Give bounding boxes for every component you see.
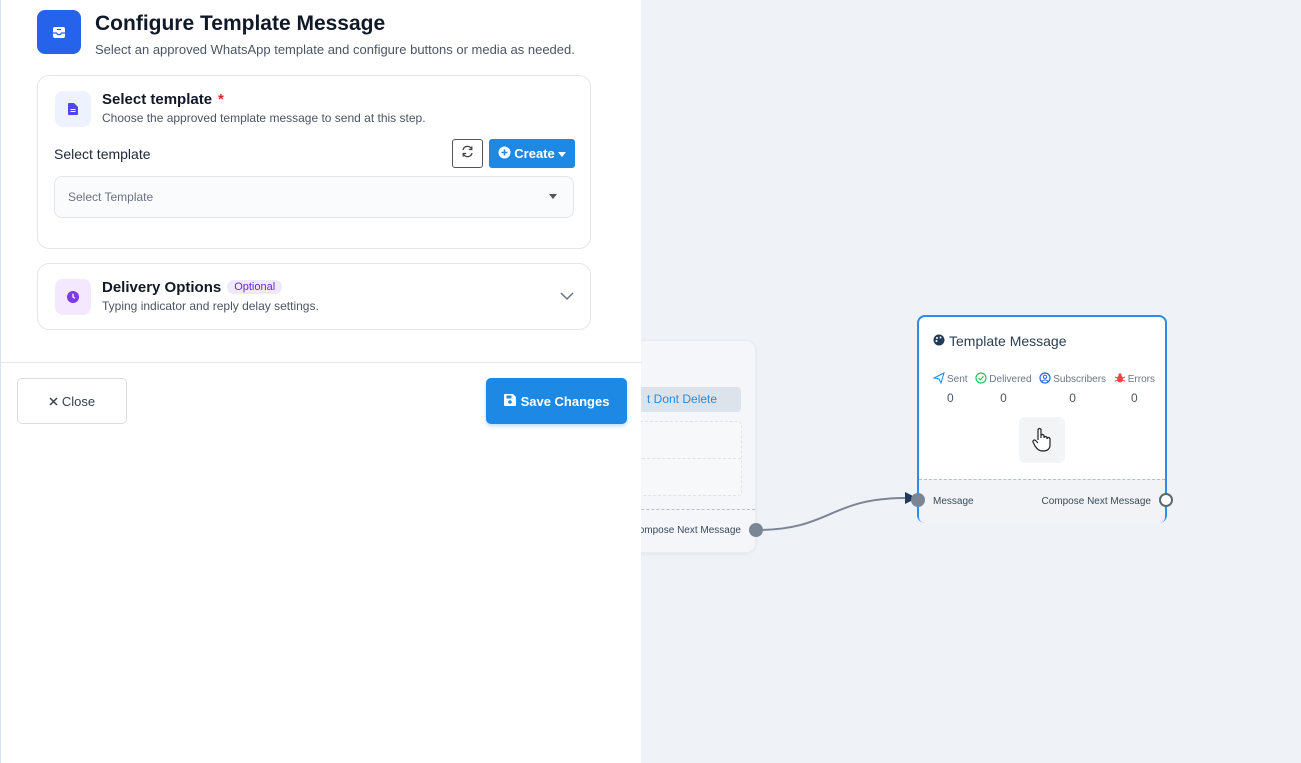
delivery-options-card[interactable]: Delivery Options Optional Typing indicato… bbox=[37, 263, 591, 330]
section-description: Typing indicator and reply delay setting… bbox=[102, 299, 319, 313]
section-title-text: Delivery Options bbox=[102, 279, 222, 296]
clock-icon bbox=[55, 279, 91, 315]
caret-down-icon bbox=[557, 146, 566, 161]
template-message-node[interactable]: Template Message Sent 0 Delivered 0 Subs… bbox=[911, 315, 1173, 523]
stat-value: 0 bbox=[1000, 391, 1007, 405]
stat-delivered: Delivered 0 bbox=[975, 372, 1032, 405]
refresh-icon bbox=[461, 145, 474, 163]
chevron-down-icon[interactable] bbox=[560, 288, 574, 306]
footer-divider bbox=[1, 362, 642, 363]
user-circle-icon bbox=[1039, 372, 1051, 387]
divider bbox=[632, 458, 741, 459]
close-icon bbox=[49, 394, 58, 409]
section-title: Select template * bbox=[102, 91, 224, 108]
stat-label: Sent bbox=[947, 374, 968, 385]
check-circle-icon bbox=[975, 372, 987, 387]
hand-pointer-icon[interactable] bbox=[1019, 417, 1065, 463]
node-stats: Sent 0 Delivered 0 Subscribers 0 Errors … bbox=[932, 372, 1155, 405]
paper-plane-icon bbox=[932, 372, 945, 387]
panel-title: Configure Template Message bbox=[95, 12, 386, 35]
stat-label: Delivered bbox=[989, 374, 1032, 385]
select-template-card: Select template * Choose the approved tem… bbox=[37, 75, 591, 249]
file-icon bbox=[55, 91, 91, 127]
output-port[interactable] bbox=[1159, 493, 1173, 507]
create-label: Create bbox=[514, 146, 555, 161]
refresh-button[interactable] bbox=[452, 139, 483, 168]
select-placeholder: Select Template bbox=[68, 190, 154, 204]
node-footer: Message Compose Next Message bbox=[919, 479, 1165, 523]
stat-value: 0 bbox=[1069, 391, 1076, 405]
node-field-box: e h bbox=[631, 421, 742, 496]
output-port[interactable] bbox=[749, 523, 763, 537]
output-label: Compose Next Message bbox=[1041, 496, 1152, 507]
plus-circle-icon bbox=[498, 146, 511, 162]
stat-errors: Errors 0 bbox=[1114, 372, 1155, 405]
section-title: Delivery Options Optional bbox=[102, 279, 283, 296]
inbox-icon bbox=[37, 10, 81, 54]
palette-icon bbox=[933, 333, 945, 349]
panel-subtitle: Select an approved WhatsApp template and… bbox=[95, 42, 575, 57]
save-icon bbox=[503, 393, 516, 409]
create-template-button[interactable]: Create bbox=[489, 139, 575, 168]
node-title: Template Message bbox=[933, 333, 1067, 349]
output-label: ompose Next Message bbox=[638, 525, 741, 536]
stat-label: Errors bbox=[1127, 374, 1155, 385]
input-port[interactable] bbox=[911, 493, 925, 507]
close-button[interactable]: Close bbox=[17, 378, 127, 424]
section-title-text: Select template bbox=[102, 91, 213, 108]
stat-value: 0 bbox=[946, 391, 954, 405]
template-select[interactable]: Select Template bbox=[54, 176, 574, 218]
node-title-text: Template Message bbox=[949, 333, 1067, 349]
node-pill: t Dont Delete bbox=[631, 387, 741, 412]
field-label: Select template bbox=[54, 146, 151, 162]
caret-down-icon bbox=[549, 194, 557, 199]
save-label: Save Changes bbox=[520, 393, 610, 409]
stat-sent: Sent 0 bbox=[932, 372, 968, 405]
section-description: Choose the approved template message to … bbox=[102, 111, 426, 125]
stat-subscribers: Subscribers 0 bbox=[1039, 372, 1106, 405]
bug-icon bbox=[1114, 372, 1126, 387]
config-panel: Configure Template Message Select an app… bbox=[0, 0, 642, 763]
input-label: Message bbox=[933, 496, 974, 507]
close-label: Close bbox=[61, 393, 96, 409]
stat-label: Subscribers bbox=[1053, 374, 1107, 385]
optional-badge: Optional bbox=[227, 280, 283, 294]
stat-value: 0 bbox=[1131, 391, 1138, 405]
save-changes-button[interactable]: Save Changes bbox=[486, 378, 627, 424]
required-mark: * bbox=[218, 91, 224, 108]
